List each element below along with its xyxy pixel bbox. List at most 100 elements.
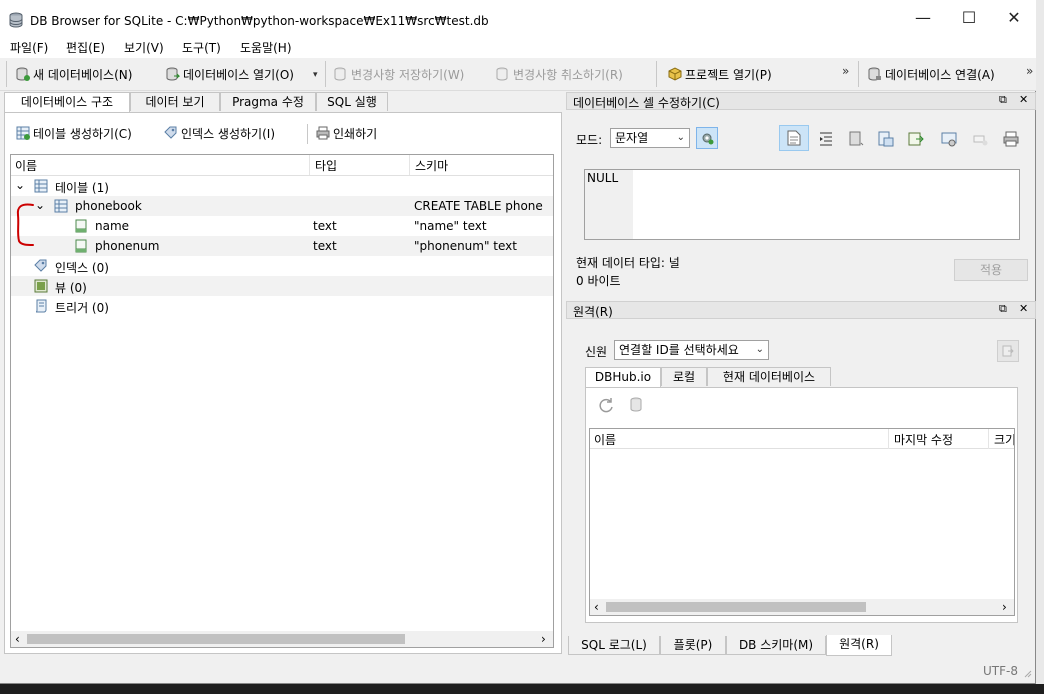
print-cell-icon[interactable] bbox=[1002, 130, 1020, 148]
menu-file[interactable]: 파일(F) bbox=[10, 39, 48, 56]
tab-dbhub[interactable]: DBHub.io bbox=[585, 367, 661, 388]
create-index-button[interactable]: 인덱스 생성하기(I) bbox=[164, 124, 275, 142]
remote-horizontal-scrollbar[interactable]: ‹ › bbox=[590, 599, 1014, 615]
print-label: 인쇄하기 bbox=[333, 126, 378, 141]
clear-icon[interactable] bbox=[972, 130, 990, 148]
tree-row-views[interactable]: 뷰 (0) bbox=[11, 276, 553, 296]
table-group-icon bbox=[34, 179, 48, 193]
new-database-button[interactable]: 새 데이터베이스(N) bbox=[16, 65, 132, 83]
mode-label: 모드: bbox=[576, 133, 603, 147]
encoding-status: UTF-8 bbox=[983, 664, 1018, 678]
trigger-icon bbox=[35, 299, 47, 313]
database-link-icon[interactable] bbox=[940, 130, 958, 148]
scroll-left-arrow[interactable]: ‹ bbox=[594, 600, 599, 614]
remote-dock-header: 원격(R) ⧉ ✕ bbox=[566, 301, 1036, 319]
write-changes-button[interactable]: 변경사항 저장하기(W) bbox=[334, 65, 464, 83]
resize-grip-icon[interactable] bbox=[1022, 668, 1032, 678]
new-database-label: 새 데이터베이스(N) bbox=[33, 67, 133, 82]
clone-database-icon[interactable] bbox=[628, 396, 646, 414]
chevron-down-icon: ⌄ bbox=[755, 344, 764, 355]
export-icon[interactable] bbox=[877, 130, 895, 148]
header-last-modified[interactable]: 마지막 수정 bbox=[894, 431, 953, 448]
tree-row-indices[interactable]: 인덱스 (0) bbox=[11, 256, 553, 276]
cell-value-editor[interactable]: NULL bbox=[584, 169, 1020, 240]
create-table-label: 테이블 생성하기(C) bbox=[33, 126, 132, 141]
scroll-thumb[interactable] bbox=[606, 602, 866, 612]
header-divider bbox=[888, 429, 889, 449]
word-wrap-toggle[interactable] bbox=[779, 125, 809, 151]
database-app-icon bbox=[9, 12, 23, 28]
tab-current-database[interactable]: 현재 데이터베이스 bbox=[707, 367, 831, 386]
tab-remote[interactable]: 원격(R) bbox=[826, 635, 892, 656]
tab-edit-pragmas[interactable]: Pragma 수정 bbox=[220, 92, 316, 111]
maximize-button[interactable]: ☐ bbox=[958, 8, 980, 28]
tree-item-label: 뷰 (0) bbox=[55, 281, 87, 295]
tree-row-tables[interactable]: ⌄ 테이블 (1) bbox=[11, 176, 553, 196]
identity-select[interactable]: 연결할 ID를 선택하세요 ⌄ bbox=[614, 340, 769, 360]
header-schema[interactable]: 스키마 bbox=[415, 157, 448, 174]
tree-row-phonebook[interactable]: ⌄ phonebook CREATE TABLE phone bbox=[11, 196, 553, 216]
dock-float-icon[interactable]: ⧉ bbox=[999, 302, 1007, 316]
dock-close-icon[interactable]: ✕ bbox=[1019, 93, 1028, 106]
scroll-left-arrow[interactable]: ‹ bbox=[15, 632, 20, 646]
remote-list-header: 이름 마지막 수정 크기 bbox=[590, 429, 1014, 449]
expand-tables-icon[interactable]: ⌄ bbox=[15, 178, 25, 192]
open-database-button[interactable]: 데이터베이스 열기(O) bbox=[166, 65, 294, 83]
menu-edit[interactable]: 편집(E) bbox=[66, 39, 105, 56]
tab-plot[interactable]: 플롯(P) bbox=[660, 636, 726, 655]
tree-item-schema: CREATE TABLE phone bbox=[414, 199, 543, 213]
tab-db-schema[interactable]: DB 스키마(M) bbox=[726, 636, 826, 655]
tab-sql-log[interactable]: SQL 로그(L) bbox=[568, 636, 660, 655]
tree-item-label: phonebook bbox=[75, 199, 142, 213]
tab-browse-data[interactable]: 데이터 보기 bbox=[130, 92, 220, 111]
header-size[interactable]: 크기 bbox=[994, 431, 1014, 448]
header-divider bbox=[409, 155, 410, 175]
tree-row-field-name[interactable]: name text "name" text bbox=[11, 216, 553, 236]
scroll-thumb[interactable] bbox=[27, 634, 405, 644]
tree-horizontal-scrollbar[interactable]: ‹ › bbox=[11, 631, 553, 647]
header-type[interactable]: 타입 bbox=[315, 157, 337, 174]
tree-row-triggers[interactable]: 트리거 (0) bbox=[11, 296, 553, 316]
toolbar-overflow-icon-2[interactable]: » bbox=[1026, 64, 1033, 78]
refresh-icon[interactable] bbox=[597, 396, 615, 414]
menu-help[interactable]: 도움말(H) bbox=[240, 39, 292, 56]
schema-tree[interactable]: 이름 타입 스키마 ⌄ 테이블 (1) ⌄ phonebook CREATE T… bbox=[10, 154, 554, 648]
mode-select[interactable]: 문자열 ⌄ bbox=[610, 128, 690, 148]
attach-database-button[interactable]: 데이터베이스 연결(A) bbox=[868, 65, 995, 83]
main-toolbar: 새 데이터베이스(N) 데이터베이스 열기(O) ▾ 변경사항 저장하기(W) … bbox=[0, 58, 1036, 91]
close-button[interactable]: ✕ bbox=[1003, 8, 1025, 28]
auto-switch-mode-button[interactable] bbox=[696, 127, 718, 149]
apply-button[interactable]: 적용 bbox=[954, 259, 1028, 281]
tab-local[interactable]: 로컬 bbox=[661, 367, 707, 386]
menu-view[interactable]: 보기(V) bbox=[124, 39, 164, 56]
minimize-button[interactable]: — bbox=[912, 8, 934, 28]
toolbar-overflow-icon[interactable]: » bbox=[842, 64, 849, 78]
create-index-icon bbox=[164, 126, 177, 139]
toolbar-separator bbox=[656, 61, 657, 87]
header-name[interactable]: 이름 bbox=[15, 157, 37, 174]
remote-push-button[interactable] bbox=[997, 340, 1019, 362]
header-name[interactable]: 이름 bbox=[594, 431, 616, 448]
tab-database-structure[interactable]: 데이터베이스 구조 bbox=[4, 92, 130, 113]
open-project-button[interactable]: 프로젝트 열기(P) bbox=[668, 65, 772, 83]
toolbar-separator bbox=[858, 61, 859, 87]
set-null-icon[interactable] bbox=[907, 130, 925, 148]
write-changes-label: 변경사항 저장하기(W) bbox=[351, 67, 465, 82]
dock-close-icon[interactable]: ✕ bbox=[1019, 302, 1028, 315]
tree-item-label: 트리거 (0) bbox=[55, 301, 109, 315]
indent-icon[interactable] bbox=[817, 130, 835, 148]
dock-float-icon[interactable]: ⧉ bbox=[999, 93, 1007, 107]
remote-file-list[interactable]: 이름 마지막 수정 크기 ‹ › bbox=[589, 428, 1015, 616]
toolbar-grip bbox=[6, 61, 7, 87]
menu-tools[interactable]: 도구(T) bbox=[182, 39, 221, 56]
tab-execute-sql[interactable]: SQL 실행 bbox=[316, 92, 388, 111]
print-button[interactable]: 인쇄하기 bbox=[316, 124, 377, 142]
scroll-right-arrow[interactable]: › bbox=[541, 632, 546, 646]
revert-changes-button[interactable]: 변경사항 취소하기(R) bbox=[496, 65, 623, 83]
tree-row-field-phonenum[interactable]: phonenum text "phonenum" text bbox=[11, 236, 553, 256]
import-icon[interactable] bbox=[847, 130, 865, 148]
scroll-right-arrow[interactable]: › bbox=[1002, 600, 1007, 614]
open-database-dropdown-icon[interactable]: ▾ bbox=[313, 70, 318, 80]
create-table-button[interactable]: 테이블 생성하기(C) bbox=[16, 124, 132, 142]
revert-changes-label: 변경사항 취소하기(R) bbox=[513, 67, 623, 82]
